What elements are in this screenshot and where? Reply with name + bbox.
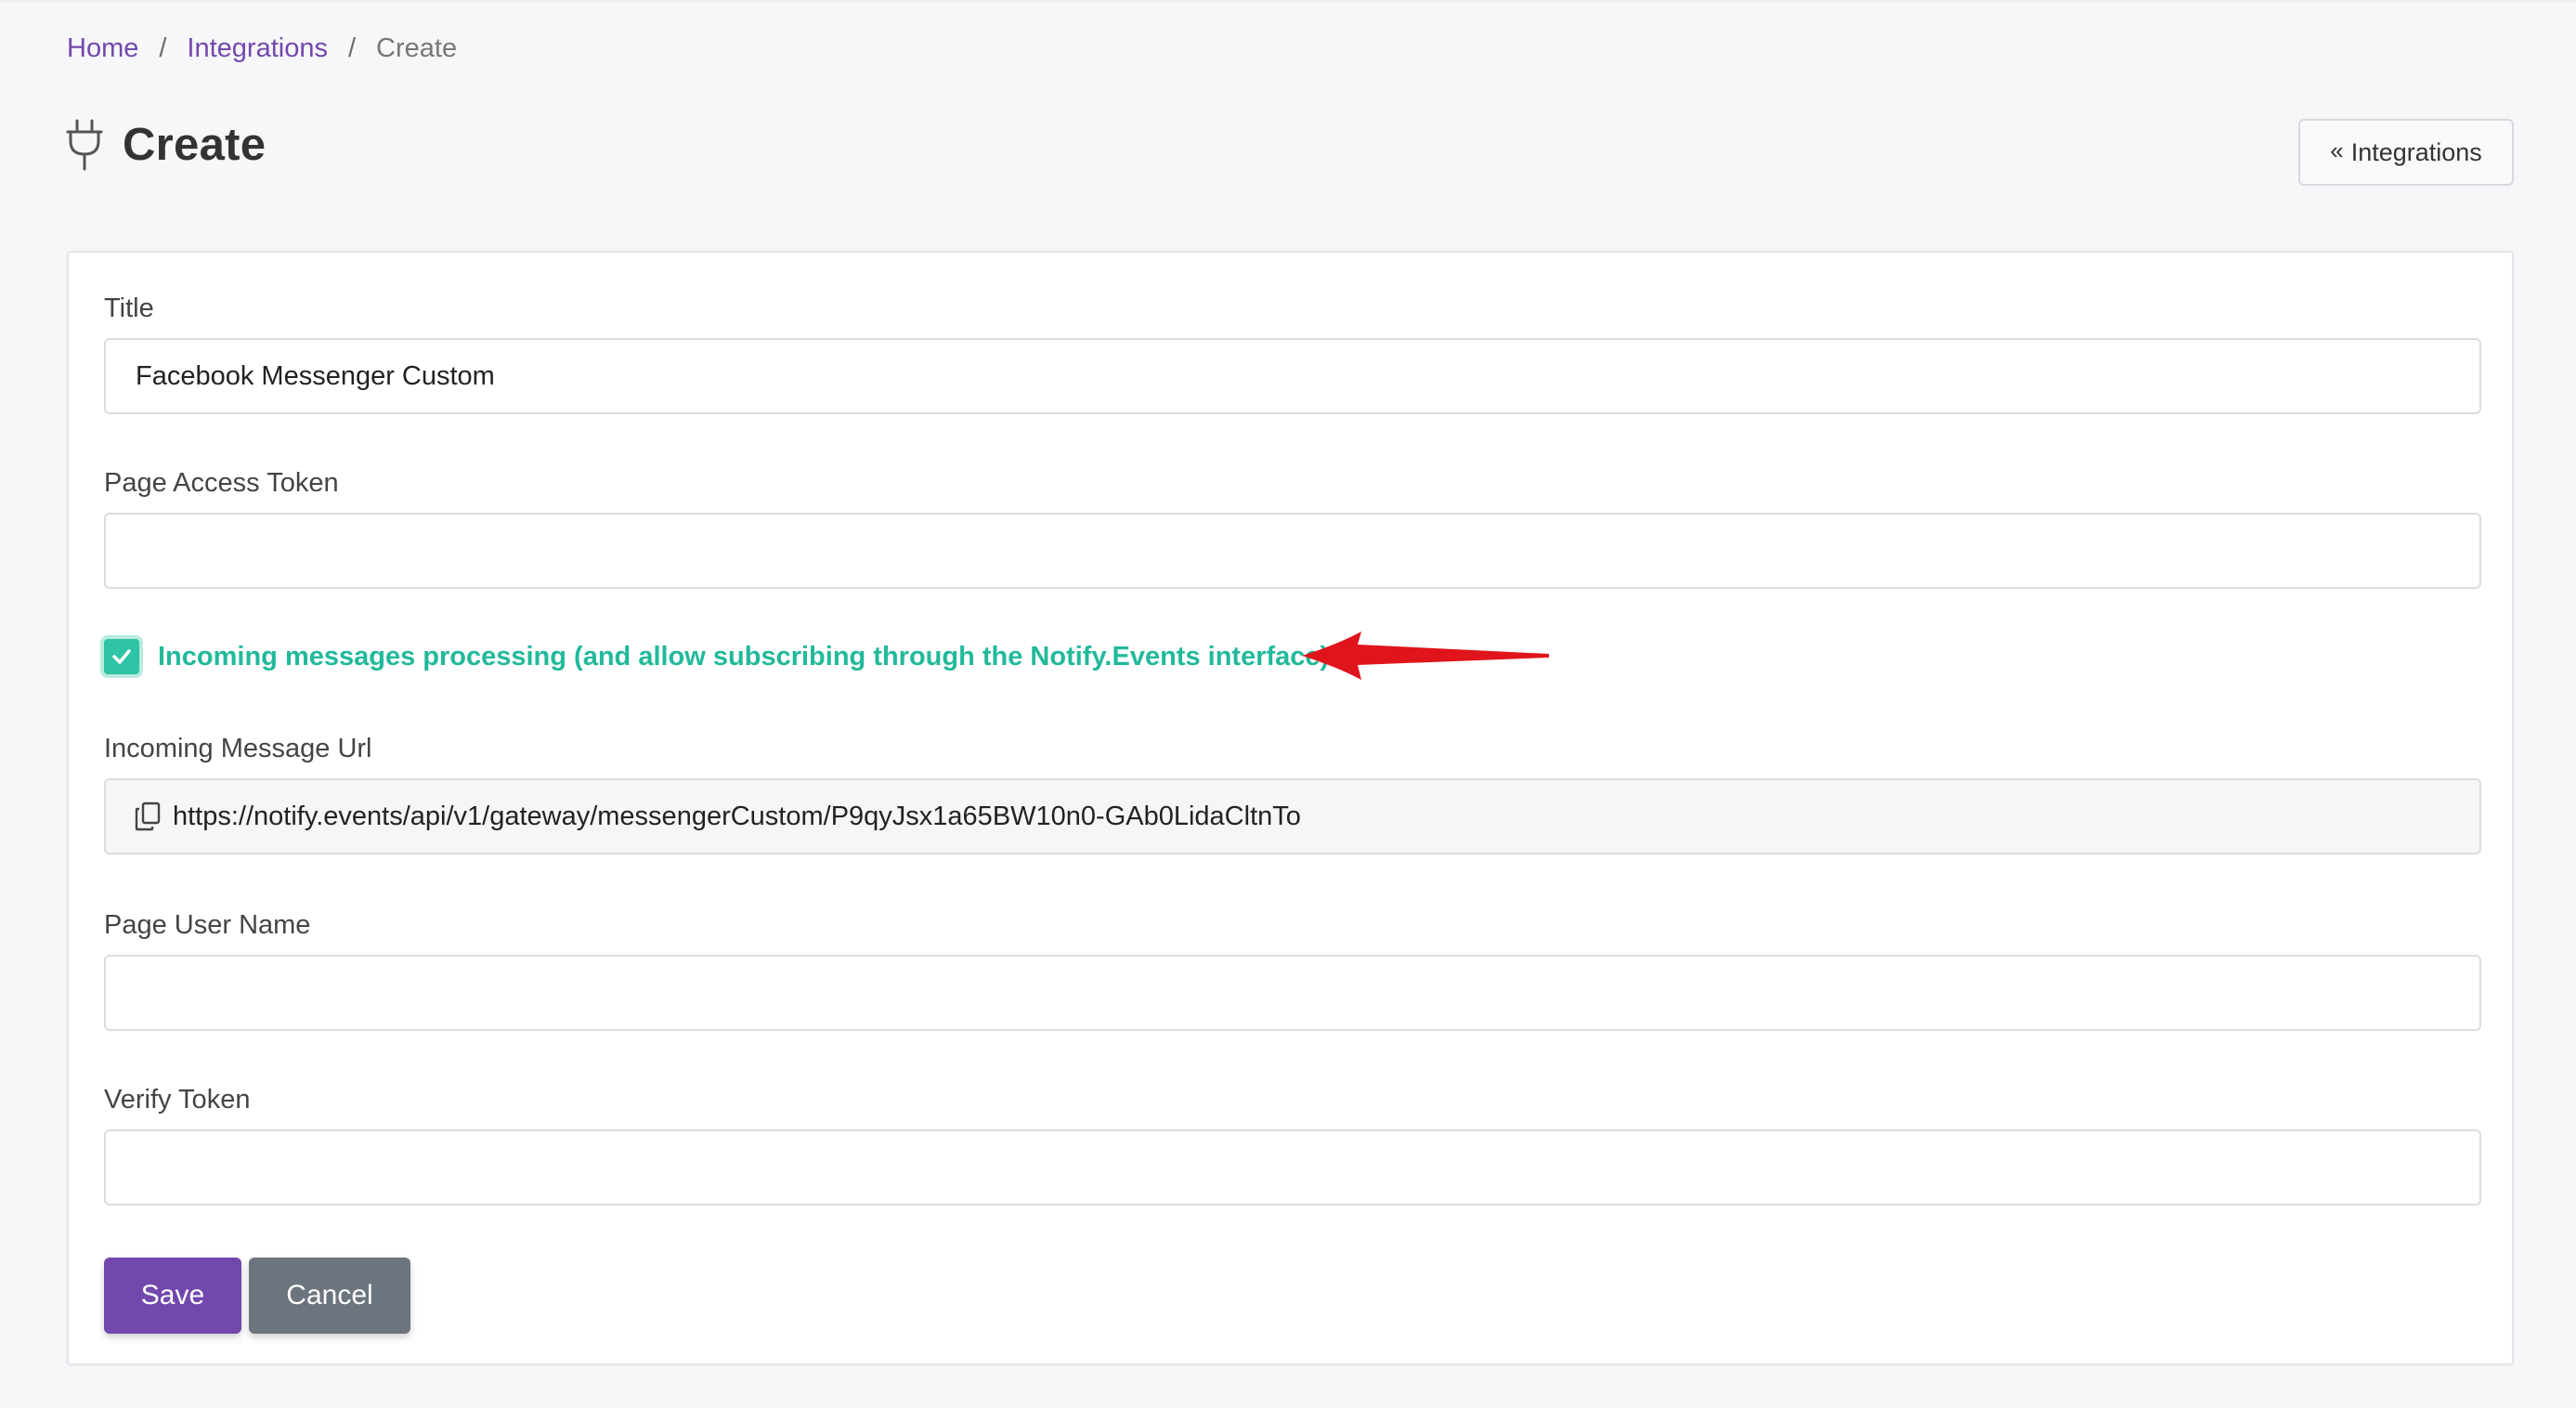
incoming-message-url-label: Incoming Message Url [104,734,372,763]
page-user-name-input[interactable] [104,955,2481,1031]
incoming-message-url-field[interactable]: https://notify.events/api/v1/gateway/mes… [104,778,2481,854]
title-input[interactable] [104,338,2481,414]
breadcrumb-home[interactable]: Home [67,33,138,64]
annotation-arrow-icon [1302,632,1549,680]
incoming-message-url-value: https://notify.events/api/v1/gateway/mes… [173,801,1301,831]
top-bar-shadow [0,0,2576,4]
page-access-token-label: Page Access Token [104,468,339,498]
title-label: Title [104,293,154,323]
incoming-processing-checkbox[interactable] [100,635,143,678]
incoming-processing-label[interactable]: Incoming messages processing (and allow … [158,642,1329,672]
back-button-label: Integrations [2350,137,2482,166]
page-access-token-input[interactable] [104,513,2481,589]
breadcrumb-separator: / [159,33,167,63]
integration-form-card: Title Page Access Token Incoming message… [67,251,2514,1365]
verify-token-input[interactable] [104,1129,2481,1206]
back-to-integrations-button[interactable]: « Integrations [2298,119,2514,186]
page-title: Create [123,120,267,170]
incoming-processing-row: Incoming messages processing (and allow … [100,635,1329,678]
double-chevron-left-icon: « [2330,136,2344,164]
breadcrumb: Home / Integrations / Create [67,28,457,69]
verify-token-label: Verify Token [104,1085,251,1115]
page-user-name-label: Page User Name [104,910,311,940]
breadcrumb-integrations[interactable]: Integrations [187,33,328,64]
page-header: Create [65,119,266,171]
cancel-button[interactable]: Cancel [249,1258,410,1334]
copy-icon[interactable] [134,802,162,831]
save-button[interactable]: Save [104,1258,241,1334]
breadcrumb-current: Create [376,33,458,63]
breadcrumb-separator: / [347,33,357,63]
plug-icon [65,119,104,171]
checkmark-icon [112,649,131,664]
